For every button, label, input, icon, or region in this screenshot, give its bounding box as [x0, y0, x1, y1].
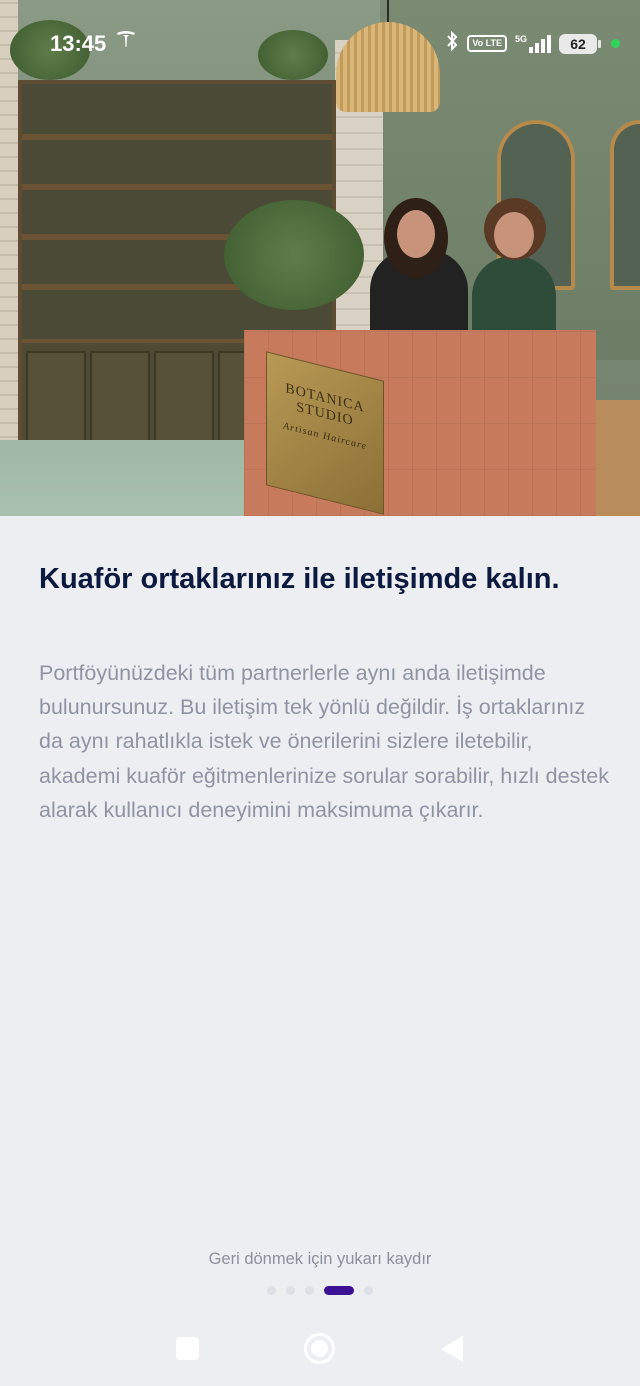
bluetooth-icon [445, 30, 459, 56]
onboarding-description: Portföyünüzdeki tüm partnerlerle aynı an… [39, 661, 610, 822]
status-bar: 13:45 Vo LTE 5G 62 [0, 0, 640, 86]
swipe-hint[interactable]: Geri dönmek için yukarı kaydır [0, 1250, 640, 1269]
signal-icon: 5G [514, 33, 551, 53]
hero-person-face [397, 210, 435, 258]
status-time: 13:45 [50, 31, 107, 56]
page-dot [305, 1286, 314, 1295]
privacy-dot-icon [611, 39, 620, 48]
system-nav-bar [0, 1310, 640, 1386]
plaque-subtitle: Artisan Haircare [283, 420, 367, 453]
home-icon[interactable] [304, 1333, 335, 1364]
page-dot-active [324, 1286, 354, 1295]
page-dot [364, 1286, 373, 1295]
plaque-title: BOTANICA STUDIO [285, 381, 365, 430]
page-indicator [0, 1286, 640, 1295]
onboarding-title: Kuaför ortaklarınız ile iletişimde kalın… [39, 563, 560, 595]
hero-plant [224, 200, 364, 310]
tesla-icon [116, 30, 136, 53]
battery-icon: 62 [559, 33, 601, 54]
back-icon[interactable] [441, 1336, 463, 1362]
page-dot [267, 1286, 276, 1295]
hero-person-face [494, 212, 534, 258]
volte-icon: Vo LTE [467, 35, 507, 52]
network-label: 5G [514, 33, 527, 44]
page-dot [286, 1286, 295, 1295]
recent-apps-icon[interactable] [176, 1337, 199, 1360]
hero-mirror [610, 120, 640, 290]
status-icons: Vo LTE 5G 62 [445, 30, 620, 56]
